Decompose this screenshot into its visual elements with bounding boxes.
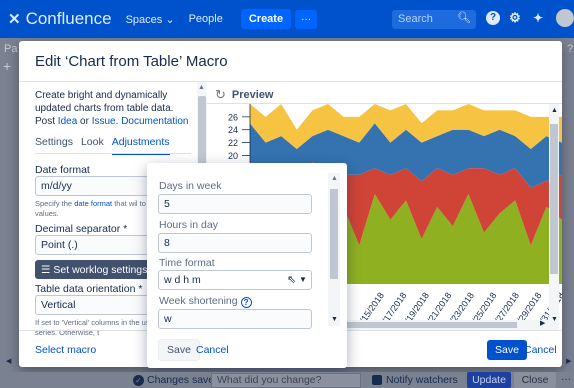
check-icon: ✓ (133, 375, 144, 386)
notify-watchers-checkbox[interactable] (372, 375, 382, 385)
scroll-up-icon[interactable]: ▲ (331, 175, 338, 182)
week-shortening-label: Week shortening? (159, 295, 252, 308)
popup-save-button[interactable]: Save (158, 339, 200, 361)
app-name: Confluence (25, 9, 112, 28)
scroll-down-icon[interactable]: ▼ (551, 316, 558, 323)
spaces-label: Spaces (125, 13, 163, 26)
help-icon[interactable]: ? (486, 11, 500, 25)
top-navigation-bar: ✕ Confluence Spaces ⌄ People Create ··· … (0, 0, 574, 38)
dialog-title: Edit ‘Chart from Table’ Macro (35, 53, 228, 70)
popup-cancel-button[interactable]: Cancel (196, 344, 229, 356)
idea-link[interactable]: Idea (58, 116, 77, 127)
scroll-right-icon[interactable]: ▶ (540, 319, 545, 327)
orientation-label: Table data orientation * (35, 283, 143, 295)
week-shortening-input[interactable]: w (158, 309, 312, 329)
create-more-button[interactable]: ··· (295, 9, 318, 29)
scroll-right-icon[interactable]: ▶ (566, 357, 571, 365)
people-link[interactable]: People (189, 13, 223, 25)
chevron-down-icon: ⌄ (165, 13, 175, 26)
spaces-menu[interactable]: Spaces ⌄ (126, 13, 175, 26)
issue-link[interactable]: Issue. (92, 116, 119, 127)
page-fragment: Pa (4, 43, 18, 55)
mouse-pointer-icon: ⇖ (287, 274, 297, 286)
worklog-settings-popup: Days in week 5 Hours in day 8 Time forma… (147, 163, 347, 368)
week-shortening-text: Week shortening (159, 295, 238, 307)
help-icon[interactable]: ? (240, 297, 252, 308)
worklog-button-label: Set worklog settings (53, 263, 148, 276)
confluence-logo[interactable]: ✕ Confluence (8, 9, 112, 29)
change-comment-input[interactable]: What did you change? (211, 373, 361, 388)
or-text: or (77, 116, 92, 127)
cancel-button[interactable]: Cancel (524, 344, 557, 356)
menu-icon: ☰ (41, 263, 51, 276)
scroll-up-icon[interactable]: ▲ (198, 84, 205, 91)
scroll-up-icon[interactable]: ▲ (551, 107, 558, 114)
hours-in-day-input[interactable]: 8 (158, 233, 312, 253)
set-worklog-settings-button[interactable]: ☰ Set worklog settings (35, 260, 154, 279)
refresh-icon[interactable]: ↻ (215, 87, 226, 103)
more-options-icon[interactable]: ··· (561, 374, 571, 385)
hours-in-day-label: Hours in day (159, 219, 218, 231)
gear-icon[interactable]: ⚙ (508, 11, 522, 25)
y-tick-label: 20 (228, 151, 238, 161)
preview-title: Preview (231, 89, 274, 101)
scroll-down-icon[interactable]: ▼ (331, 316, 338, 323)
notify-watchers-label: Notify watchers (386, 374, 458, 386)
scrollbar-thumb[interactable] (330, 189, 338, 279)
documentation-link[interactable]: Documentation (121, 116, 188, 127)
popup-scrollbar[interactable]: ▲ ▼ (328, 173, 340, 326)
y-tick-label: 22 (228, 138, 238, 148)
date-format-link[interactable]: date format (74, 199, 112, 208)
create-button[interactable]: Create (240, 9, 292, 29)
date-format-label: Date format (35, 164, 90, 176)
days-in-week-label: Days in week (159, 180, 222, 192)
page-add-fragment: + (3, 58, 12, 74)
decimal-separator-label: Decimal separator * (35, 223, 128, 235)
save-button[interactable]: Save (487, 340, 527, 360)
macro-description: Create bright and dynamically updated ch… (35, 89, 195, 128)
notifications-icon[interactable]: ✦ (531, 11, 545, 25)
preview-header: ↻ Preview (215, 87, 274, 103)
time-format-label: Time format (159, 257, 215, 269)
changes-saved-status: Changes saved (147, 374, 220, 386)
chevron-down-icon[interactable]: ▼ (299, 275, 307, 284)
scroll-left-icon[interactable]: ◀ (6, 357, 11, 365)
y-tick-label: 24 (228, 125, 238, 135)
date-help-prefix: Specify the (35, 199, 75, 208)
days-in-week-input[interactable]: 5 (158, 194, 312, 214)
update-button[interactable]: Update (467, 372, 511, 388)
scrollbar-thumb[interactable] (550, 124, 558, 274)
confluence-logo-icon: ✕ (8, 11, 21, 28)
preview-vertical-scrollbar[interactable]: ▲ ▼ (549, 104, 559, 330)
divider (19, 81, 562, 82)
search-icon[interactable]: 🔍︎ (457, 11, 471, 24)
y-tick-label: 26 (228, 112, 238, 122)
tabs-divider (35, 153, 191, 154)
close-button[interactable]: Close (514, 372, 556, 388)
user-avatar[interactable] (556, 9, 574, 27)
page-help-fragment: ? (567, 43, 574, 55)
select-macro-link[interactable]: Select macro (35, 344, 96, 356)
editor-bottom-bar: ✓ Changes saved What did you change? Not… (0, 372, 574, 388)
